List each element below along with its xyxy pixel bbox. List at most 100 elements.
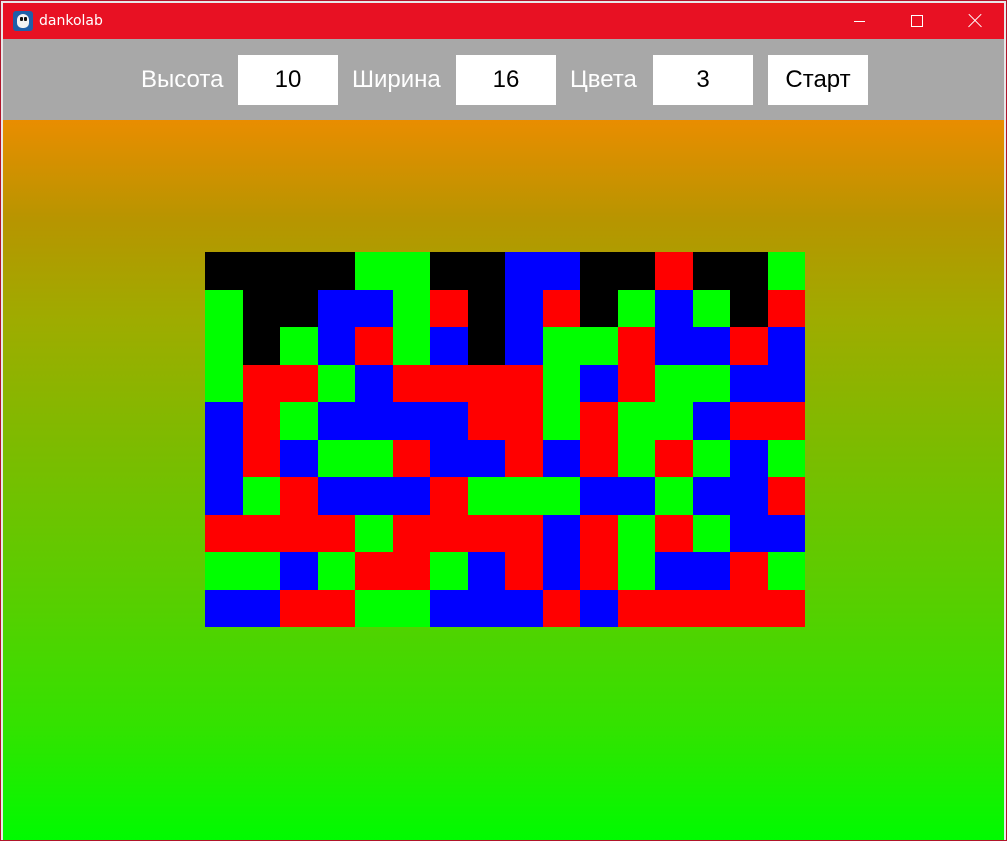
board-cell[interactable] bbox=[730, 327, 768, 365]
board-cell[interactable] bbox=[430, 440, 468, 477]
board-cell[interactable] bbox=[543, 477, 580, 515]
board-cell[interactable] bbox=[580, 552, 618, 590]
board-cell[interactable] bbox=[580, 590, 618, 627]
board-cell[interactable] bbox=[280, 402, 318, 440]
colors-input[interactable]: 3 bbox=[653, 55, 753, 105]
board-cell[interactable] bbox=[693, 440, 730, 477]
board-cell[interactable] bbox=[730, 477, 768, 515]
board-cell[interactable] bbox=[430, 402, 468, 440]
board-cell[interactable] bbox=[543, 252, 580, 290]
board-cell[interactable] bbox=[580, 477, 618, 515]
board-cell[interactable] bbox=[768, 365, 805, 402]
board-cell[interactable] bbox=[205, 290, 243, 327]
board-cell[interactable] bbox=[618, 402, 655, 440]
board-cell[interactable] bbox=[430, 477, 468, 515]
board-cell[interactable] bbox=[618, 590, 655, 627]
board-cell[interactable] bbox=[393, 477, 430, 515]
board-cell[interactable] bbox=[468, 440, 505, 477]
board-cell[interactable] bbox=[205, 402, 243, 440]
board-cell[interactable] bbox=[318, 515, 355, 552]
board-cell[interactable] bbox=[580, 252, 618, 290]
board-cell[interactable] bbox=[243, 477, 280, 515]
board-cell[interactable] bbox=[355, 515, 393, 552]
board-cell[interactable] bbox=[280, 365, 318, 402]
board-cell[interactable] bbox=[730, 515, 768, 552]
board-cell[interactable] bbox=[393, 327, 430, 365]
board-cell[interactable] bbox=[655, 365, 693, 402]
board-cell[interactable] bbox=[655, 440, 693, 477]
board-cell[interactable] bbox=[205, 552, 243, 590]
board-cell[interactable] bbox=[205, 365, 243, 402]
board-cell[interactable] bbox=[243, 552, 280, 590]
board-cell[interactable] bbox=[618, 477, 655, 515]
board-cell[interactable] bbox=[580, 402, 618, 440]
board-cell[interactable] bbox=[280, 552, 318, 590]
board-cell[interactable] bbox=[468, 327, 505, 365]
board-cell[interactable] bbox=[543, 365, 580, 402]
board-cell[interactable] bbox=[693, 515, 730, 552]
board-cell[interactable] bbox=[468, 365, 505, 402]
board-cell[interactable] bbox=[205, 590, 243, 627]
board-cell[interactable] bbox=[655, 252, 693, 290]
board-cell[interactable] bbox=[318, 365, 355, 402]
board-cell[interactable] bbox=[318, 290, 355, 327]
board-cell[interactable] bbox=[468, 552, 505, 590]
board-cell[interactable] bbox=[355, 402, 393, 440]
board-cell[interactable] bbox=[618, 252, 655, 290]
maximize-button[interactable] bbox=[888, 3, 946, 39]
board-cell[interactable] bbox=[580, 365, 618, 402]
board-cell[interactable] bbox=[468, 290, 505, 327]
board-cell[interactable] bbox=[505, 440, 543, 477]
board-cell[interactable] bbox=[243, 365, 280, 402]
board-cell[interactable] bbox=[730, 252, 768, 290]
board-cell[interactable] bbox=[768, 440, 805, 477]
start-button[interactable]: Старт bbox=[768, 55, 868, 105]
board-cell[interactable] bbox=[243, 290, 280, 327]
board-cell[interactable] bbox=[618, 365, 655, 402]
board-cell[interactable] bbox=[505, 290, 543, 327]
board-cell[interactable] bbox=[393, 440, 430, 477]
board-cell[interactable] bbox=[430, 252, 468, 290]
board-cell[interactable] bbox=[393, 365, 430, 402]
board-cell[interactable] bbox=[205, 515, 243, 552]
board-cell[interactable] bbox=[280, 252, 318, 290]
board-cell[interactable] bbox=[655, 402, 693, 440]
board-cell[interactable] bbox=[205, 252, 243, 290]
board-cell[interactable] bbox=[280, 290, 318, 327]
board-cell[interactable] bbox=[355, 365, 393, 402]
board-cell[interactable] bbox=[280, 477, 318, 515]
board-cell[interactable] bbox=[655, 552, 693, 590]
board-cell[interactable] bbox=[505, 402, 543, 440]
board-cell[interactable] bbox=[768, 290, 805, 327]
board-cell[interactable] bbox=[505, 477, 543, 515]
board-cell[interactable] bbox=[505, 590, 543, 627]
board-cell[interactable] bbox=[280, 515, 318, 552]
minimize-button[interactable] bbox=[830, 3, 888, 39]
board-cell[interactable] bbox=[393, 252, 430, 290]
board-cell[interactable] bbox=[430, 327, 468, 365]
board-cell[interactable] bbox=[393, 590, 430, 627]
board-cell[interactable] bbox=[243, 515, 280, 552]
board-cell[interactable] bbox=[205, 477, 243, 515]
board-cell[interactable] bbox=[655, 477, 693, 515]
board-cell[interactable] bbox=[505, 552, 543, 590]
board-cell[interactable] bbox=[468, 477, 505, 515]
board-cell[interactable] bbox=[580, 515, 618, 552]
board-cell[interactable] bbox=[768, 402, 805, 440]
board-cell[interactable] bbox=[580, 327, 618, 365]
board-cell[interactable] bbox=[543, 590, 580, 627]
board-cell[interactable] bbox=[618, 327, 655, 365]
board-cell[interactable] bbox=[430, 515, 468, 552]
board-cell[interactable] bbox=[393, 515, 430, 552]
board-cell[interactable] bbox=[393, 402, 430, 440]
board-cell[interactable] bbox=[543, 552, 580, 590]
board-cell[interactable] bbox=[430, 365, 468, 402]
width-input[interactable]: 16 bbox=[456, 55, 556, 105]
board-cell[interactable] bbox=[580, 290, 618, 327]
board-cell[interactable] bbox=[280, 440, 318, 477]
board-cell[interactable] bbox=[730, 590, 768, 627]
board-cell[interactable] bbox=[430, 290, 468, 327]
board-cell[interactable] bbox=[243, 327, 280, 365]
board-cell[interactable] bbox=[730, 290, 768, 327]
board-cell[interactable] bbox=[505, 515, 543, 552]
